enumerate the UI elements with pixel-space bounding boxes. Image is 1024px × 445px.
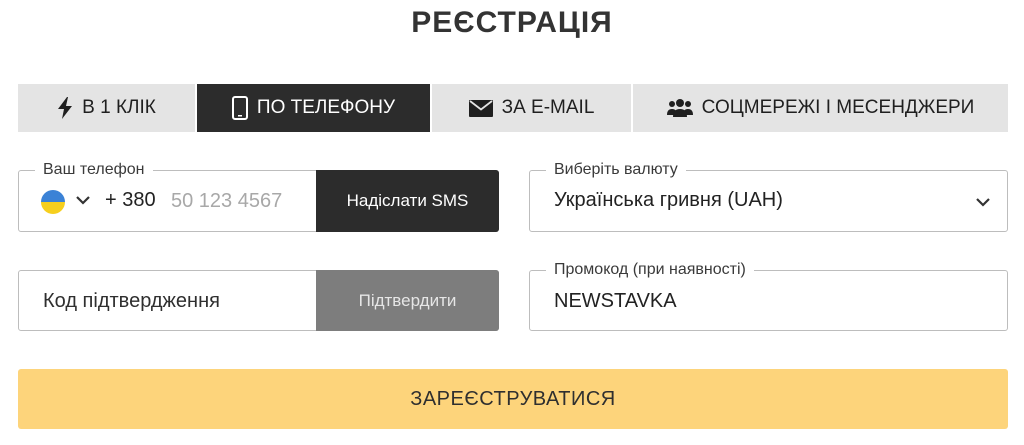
confirmation-code-field: Підтвердити	[18, 270, 499, 331]
tab-by-email[interactable]: ЗА E-MAIL	[432, 84, 633, 132]
promo-code-field: Промокод (при наявності)	[529, 260, 1008, 331]
tab-by-phone[interactable]: ПО ТЕЛЕФОНУ	[197, 84, 432, 132]
tab-social[interactable]: СОЦМЕРЕЖІ І МЕСЕНДЖЕРИ	[633, 84, 1008, 132]
promo-code-input[interactable]	[554, 285, 974, 317]
phone-label: Ваш телефон	[35, 160, 153, 180]
tab-by-email-label: ЗА E-MAIL	[501, 97, 595, 118]
tab-one-click-label: В 1 КЛІК	[82, 97, 156, 118]
promo-label: Промокод (при наявності)	[546, 260, 754, 280]
users-icon	[666, 98, 693, 118]
confirmation-code-input[interactable]	[43, 285, 303, 317]
currency-selected-value: Українська гривня (UAH)	[554, 189, 783, 211]
register-button[interactable]: ЗАРЕЄСТРУВАТИСЯ	[18, 369, 1008, 429]
tab-one-click[interactable]: В 1 КЛІК	[18, 84, 197, 132]
registration-tabs: В 1 КЛІК ПО ТЕЛЕФОНУ ЗА E-MAIL СОЦМЕРЕЖІ…	[18, 84, 1008, 132]
tab-by-phone-label: ПО ТЕЛЕФОНУ	[256, 97, 396, 118]
smartphone-icon	[231, 96, 248, 120]
phone-input[interactable]	[171, 185, 311, 217]
confirm-button[interactable]: Підтвердити	[316, 270, 499, 331]
phone-field: Ваш телефон + 380 Надіслати SMS	[18, 160, 499, 232]
country-code: + 380	[105, 189, 156, 211]
currency-select[interactable]: Виберіть валюту Українська гривня (UAH)	[529, 160, 1008, 232]
page-title: РЕЄСТРАЦІЯ	[411, 6, 613, 39]
currency-label: Виберіть валюту	[546, 160, 686, 180]
tab-social-label: СОЦМЕРЕЖІ І МЕСЕНДЖЕРИ	[701, 97, 975, 118]
chevron-down-icon	[975, 195, 991, 213]
chevron-down-icon[interactable]	[75, 193, 91, 211]
envelope-icon	[468, 99, 493, 117]
ukraine-flag-icon[interactable]	[41, 190, 65, 214]
send-sms-button[interactable]: Надіслати SMS	[316, 170, 499, 232]
lightning-icon	[57, 97, 73, 119]
